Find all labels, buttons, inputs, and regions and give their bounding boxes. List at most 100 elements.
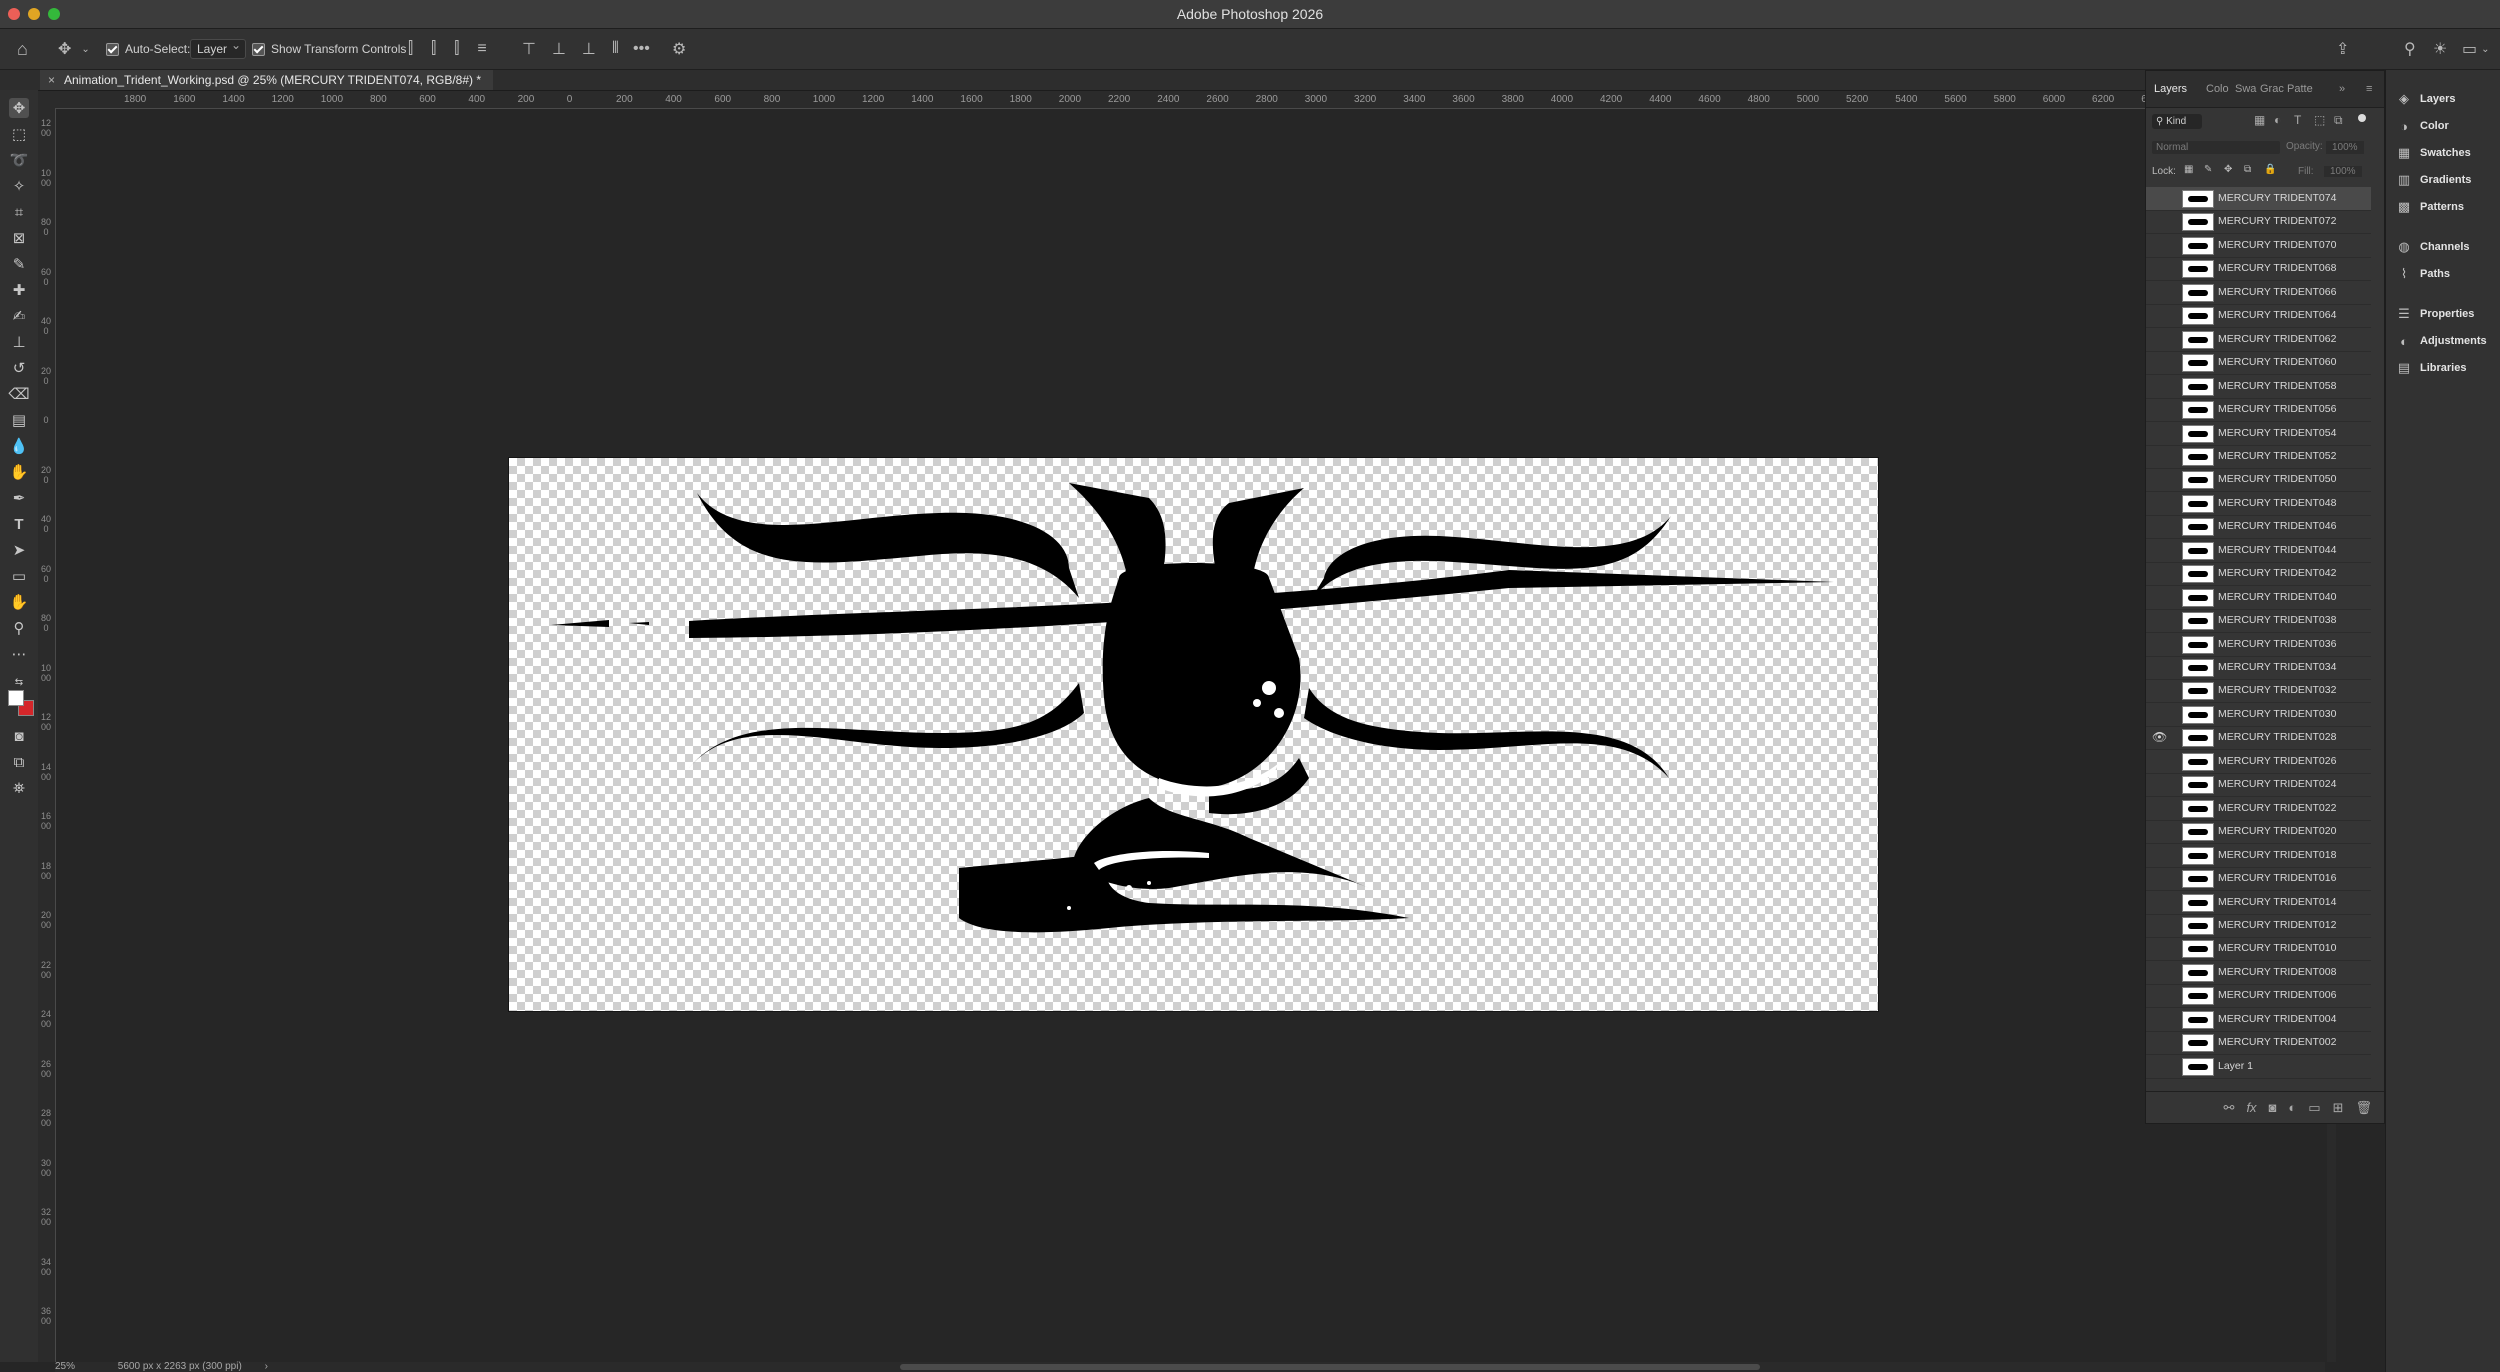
- layer-row[interactable]: MERCURY TRIDENT068: [2146, 257, 2371, 282]
- rectangle-tool-icon[interactable]: ▭: [9, 566, 29, 586]
- visibility-toggle[interactable]: [2152, 402, 2166, 416]
- dodge-tool-icon[interactable]: ✋: [9, 462, 29, 482]
- collapse-panel-icon[interactable]: »: [2339, 83, 2345, 95]
- share-icon[interactable]: ⇪: [2336, 29, 2349, 69]
- visibility-toggle[interactable]: [2152, 801, 2166, 815]
- visibility-toggle[interactable]: [2152, 965, 2166, 979]
- close-tab-icon[interactable]: ×: [48, 70, 55, 90]
- layer-row[interactable]: MERCURY TRIDENT022: [2146, 797, 2371, 821]
- filter-kind-dropdown[interactable]: ⚲ Kind: [2152, 114, 2203, 129]
- visibility-toggle[interactable]: [2152, 590, 2166, 604]
- search-icon[interactable]: ⚲: [2404, 29, 2416, 69]
- panel-item-adjustments[interactable]: ◐ Adjustments: [2396, 330, 2487, 352]
- type-tool-icon[interactable]: T: [9, 514, 29, 534]
- workspace-icon[interactable]: ▭ ⌄: [2462, 29, 2490, 69]
- layer-row[interactable]: MERCURY TRIDENT006: [2146, 984, 2371, 1009]
- visibility-toggle[interactable]: [2152, 191, 2166, 205]
- align-bottom-icon[interactable]: ⊥: [582, 39, 596, 59]
- layer-row[interactable]: MERCURY TRIDENT012: [2146, 914, 2371, 938]
- tab-color[interactable]: Colo: [2206, 83, 2229, 95]
- eraser-tool-icon[interactable]: ⌫: [8, 384, 29, 404]
- layer-row[interactable]: MERCURY TRIDENT040: [2146, 586, 2371, 610]
- path-selection-tool-icon[interactable]: ➤: [9, 540, 29, 560]
- layer-row[interactable]: MERCURY TRIDENT034: [2146, 656, 2371, 680]
- visibility-toggle[interactable]: [2152, 332, 2166, 346]
- visibility-toggle[interactable]: [2152, 449, 2166, 463]
- filter-pixel-icon[interactable]: ▦: [2254, 113, 2265, 127]
- gear-icon[interactable]: ⚙: [672, 29, 686, 69]
- blur-tool-icon[interactable]: 💧: [9, 436, 29, 456]
- layer-row[interactable]: MERCURY TRIDENT008: [2146, 961, 2371, 985]
- visibility-toggle[interactable]: [2152, 707, 2166, 721]
- document-tab[interactable]: × Animation_Trident_Working.psd @ 25% (M…: [40, 70, 494, 90]
- layer-row[interactable]: MERCURY TRIDENT072: [2146, 210, 2371, 235]
- panel-item-paths[interactable]: ⌇ Paths: [2396, 263, 2450, 285]
- eye-icon[interactable]: 👁: [2152, 730, 2167, 744]
- pen-tool-icon[interactable]: ✒: [9, 488, 29, 508]
- layer-row[interactable]: MERCURY TRIDENT010: [2146, 937, 2371, 962]
- opacity-field[interactable]: 100%: [2326, 141, 2364, 154]
- visibility-toggle[interactable]: [2152, 566, 2166, 580]
- layer-row[interactable]: MERCURY TRIDENT066: [2146, 281, 2371, 305]
- visibility-toggle[interactable]: [2152, 871, 2166, 885]
- layer-row[interactable]: MERCURY TRIDENT024: [2146, 773, 2371, 798]
- visibility-toggle[interactable]: [2152, 496, 2166, 510]
- marquee-tool-icon[interactable]: ⬚: [9, 124, 29, 144]
- layer-row[interactable]: MERCURY TRIDENT026: [2146, 750, 2371, 774]
- layer-row[interactable]: MERCURY TRIDENT020: [2146, 820, 2371, 845]
- link-layers-icon[interactable]: ⚯: [2224, 1100, 2235, 1116]
- layer-row[interactable]: MERCURY TRIDENT046: [2146, 515, 2371, 540]
- visibility-toggle[interactable]: [2152, 285, 2166, 299]
- layer-row[interactable]: MERCURY TRIDENT062: [2146, 328, 2371, 352]
- align-center-icon[interactable]: ⫿: [431, 40, 436, 58]
- visibility-toggle[interactable]: [2152, 1012, 2166, 1026]
- screen-mode-icon[interactable]: ⧉: [9, 752, 29, 772]
- layer-row[interactable]: MERCURY TRIDENT036: [2146, 633, 2371, 657]
- document-canvas[interactable]: [508, 457, 1879, 1012]
- layer-row[interactable]: MERCURY TRIDENT032: [2146, 679, 2371, 704]
- filter-toggle-icon[interactable]: [2358, 114, 2366, 122]
- panel-item-color[interactable]: ◑ Color: [2396, 115, 2449, 137]
- panel-item-properties[interactable]: ☰ Properties: [2396, 303, 2474, 325]
- more-tools-icon[interactable]: ⋯: [9, 644, 29, 664]
- layer-row[interactable]: MERCURY TRIDENT044: [2146, 539, 2371, 563]
- visibility-toggle[interactable]: [2152, 988, 2166, 1002]
- panel-item-channels[interactable]: ◍ Channels: [2396, 236, 2469, 258]
- visibility-toggle[interactable]: [2152, 754, 2166, 768]
- visibility-toggle[interactable]: [2152, 660, 2166, 674]
- crop-tool-icon[interactable]: ⌗: [9, 202, 29, 222]
- visibility-toggle[interactable]: [2152, 613, 2166, 627]
- align-top-icon[interactable]: ⊤: [522, 39, 536, 59]
- layer-row[interactable]: MERCURY TRIDENT004: [2146, 1008, 2371, 1032]
- fill-field[interactable]: 100%: [2324, 166, 2362, 177]
- adjustment-layer-icon[interactable]: ◐: [2288, 1100, 2296, 1115]
- visibility-toggle[interactable]: [2152, 355, 2166, 369]
- layer-row[interactable]: MERCURY TRIDENT070: [2146, 234, 2371, 258]
- visibility-toggle[interactable]: [2152, 1035, 2166, 1049]
- align-middle-icon[interactable]: ⊥: [552, 39, 566, 59]
- visibility-toggle[interactable]: [2152, 824, 2166, 838]
- trash-icon[interactable]: 🗑: [2355, 1100, 2372, 1116]
- history-brush-tool-icon[interactable]: ↺: [9, 358, 29, 378]
- distribute-vertical-icon[interactable]: ⦀: [612, 40, 619, 58]
- layer-row[interactable]: MERCURY TRIDENT060: [2146, 351, 2371, 376]
- layer-row[interactable]: MERCURY TRIDENT054: [2146, 422, 2371, 446]
- panel-item-layers[interactable]: ◈ Layers: [2396, 88, 2455, 110]
- distribute-icon[interactable]: ≡: [477, 40, 486, 58]
- visibility-toggle[interactable]: [2152, 918, 2166, 932]
- layer-row[interactable]: MERCURY TRIDENT056: [2146, 398, 2371, 423]
- layer-row[interactable]: MERCURY TRIDENT030: [2146, 703, 2371, 727]
- layer-row[interactable]: 👁 MERCURY TRIDENT028: [2146, 726, 2371, 751]
- tab-layers[interactable]: Layers: [2154, 83, 2187, 95]
- layer-row[interactable]: MERCURY TRIDENT052: [2146, 445, 2371, 469]
- filter-adjustment-icon[interactable]: ◐: [2274, 113, 2281, 127]
- hand-tool-icon[interactable]: ✋: [9, 592, 29, 612]
- lock-transparent-icon[interactable]: ▦: [2184, 164, 2193, 175]
- show-transform-controls-checkbox[interactable]: Show Transform Controls: [252, 29, 406, 69]
- layer-row[interactable]: MERCURY TRIDENT014: [2146, 891, 2371, 915]
- tab-gradients[interactable]: Grac: [2260, 83, 2284, 95]
- filter-type-icon[interactable]: T: [2294, 113, 2301, 127]
- visibility-toggle[interactable]: [2152, 426, 2166, 440]
- move-tool-preset-icon[interactable]: ✥ ⌄: [58, 29, 90, 69]
- layer-row[interactable]: MERCURY TRIDENT048: [2146, 492, 2371, 516]
